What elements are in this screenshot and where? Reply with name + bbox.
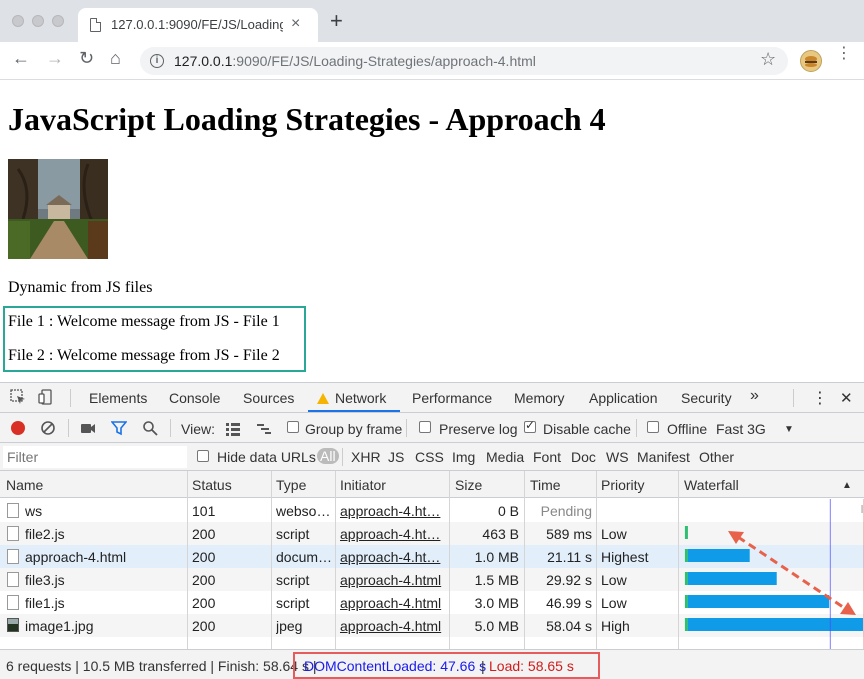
- waterfall-wait-bar: [684, 572, 688, 585]
- overview-waterfall-icon[interactable]: [256, 421, 272, 437]
- close-tab-icon[interactable]: ×: [291, 15, 300, 33]
- devtools-tabbar: Elements Console Sources Network Perform…: [0, 383, 864, 413]
- tab-sources[interactable]: Sources: [243, 390, 294, 406]
- screenshot-camera-icon[interactable]: [80, 420, 96, 436]
- home-button[interactable]: ⌂: [110, 48, 121, 69]
- filter-input[interactable]: [3, 446, 187, 468]
- tab-strip: 127.0.0.1:9090/FE/JS/Loading-S × +: [0, 0, 864, 42]
- search-icon[interactable]: [142, 420, 158, 436]
- highlight-box-load: [293, 652, 600, 679]
- waterfall-download-bar[interactable]: [687, 595, 830, 608]
- throttling-dropdown-arrow[interactable]: ▼: [784, 424, 794, 435]
- disable-cache-label: Disable cache: [543, 421, 631, 437]
- hide-data-urls-label: Hide data URLs: [217, 449, 316, 465]
- large-rows-icon[interactable]: [225, 421, 241, 437]
- waterfall-wait-bar: [684, 618, 688, 631]
- forward-button[interactable]: →: [46, 48, 64, 69]
- active-tab-indicator: [308, 410, 400, 412]
- back-button[interactable]: ←: [12, 48, 30, 69]
- filter-type-font[interactable]: Font: [533, 449, 561, 465]
- filter-type-all[interactable]: All: [317, 448, 339, 464]
- tab-elements[interactable]: Elements: [89, 390, 147, 406]
- info-icon[interactable]: i: [150, 54, 164, 68]
- network-status-bar: 6 requests | 10.5 MB transferred | Finis…: [0, 649, 864, 679]
- network-toolbar: View: Group by frame Preserve log Disabl…: [0, 413, 864, 443]
- separator: [68, 419, 69, 437]
- file2-message: File 2 : Welcome message from JS - File …: [8, 347, 280, 364]
- waterfall-download-bar[interactable]: [687, 572, 777, 585]
- device-toolbar-icon[interactable]: [38, 389, 54, 405]
- address-bar[interactable]: i 127.0.0.1:9090/FE/JS/Loading-Strategie…: [140, 47, 788, 75]
- waterfall-wait-bar: [684, 595, 688, 608]
- annotation-arrowhead: [728, 531, 744, 544]
- clear-icon[interactable]: [40, 420, 56, 436]
- tab-console[interactable]: Console: [169, 390, 220, 406]
- offline-label: Offline: [667, 421, 708, 437]
- close-devtools-icon[interactable]: ✕: [840, 389, 853, 407]
- preserve-log-checkbox[interactable]: [419, 421, 431, 433]
- browser-menu-icon[interactable]: ⋮: [836, 46, 852, 62]
- separator: [636, 419, 637, 437]
- offline-checkbox[interactable]: [647, 421, 659, 433]
- separator: [70, 389, 71, 407]
- browser-tab[interactable]: 127.0.0.1:9090/FE/JS/Loading-S ×: [78, 8, 318, 42]
- waterfall-wait-bar: [684, 549, 688, 562]
- separator: [406, 419, 407, 437]
- tab-performance[interactable]: Performance: [412, 390, 492, 406]
- filter-type-js[interactable]: JS: [388, 449, 404, 465]
- filter-type-img[interactable]: Img: [452, 449, 475, 465]
- waterfall-overlay: [684, 499, 864, 649]
- warning-icon: [317, 393, 329, 404]
- waterfall-download-bar[interactable]: [687, 549, 750, 562]
- filter-type-media[interactable]: Media: [486, 449, 524, 465]
- tab-title: 127.0.0.1:9090/FE/JS/Loading-S: [111, 17, 283, 32]
- disable-cache-checkbox[interactable]: [524, 418, 536, 433]
- profile-avatar[interactable]: [800, 50, 822, 72]
- waterfall-wait-bar: [684, 526, 688, 539]
- filter-bar: Hide data URLs All XHR JS CSS Img Media …: [0, 443, 864, 471]
- separator: [170, 419, 171, 437]
- browser-toolbar: ← → ↻ ⌂ i 127.0.0.1:9090/FE/JS/Loading-S…: [0, 42, 864, 80]
- window-minimize-button[interactable]: [32, 15, 44, 27]
- filter-type-ws[interactable]: WS: [606, 449, 629, 465]
- filter-type-doc[interactable]: Doc: [571, 449, 596, 465]
- filter-type-xhr[interactable]: XHR: [351, 449, 381, 465]
- reload-button[interactable]: ↻: [79, 48, 94, 69]
- tab-network[interactable]: Network: [317, 390, 386, 406]
- group-by-frame-checkbox[interactable]: [287, 421, 299, 433]
- waterfall-download-bar[interactable]: [687, 618, 863, 631]
- separator: [793, 389, 794, 407]
- tab-security[interactable]: Security: [681, 390, 732, 406]
- group-by-frame-label: Group by frame: [305, 421, 403, 437]
- bookmark-star-icon[interactable]: ☆: [760, 49, 776, 70]
- hide-data-urls-checkbox[interactable]: [197, 450, 209, 462]
- inspect-element-icon[interactable]: [10, 389, 26, 405]
- devtools-menu-icon[interactable]: ⋮: [812, 388, 828, 408]
- filter-type-css[interactable]: CSS: [415, 449, 444, 465]
- tab-memory[interactable]: Memory: [514, 390, 565, 406]
- window-zoom-button[interactable]: [52, 15, 64, 27]
- devtools-panel: Elements Console Sources Network Perform…: [0, 382, 864, 679]
- record-icon[interactable]: [11, 421, 25, 435]
- filter-type-manifest[interactable]: Manifest: [637, 449, 690, 465]
- garden-photo: [8, 159, 108, 259]
- more-tabs-button[interactable]: »: [750, 387, 759, 405]
- annotation-arrowhead: [840, 602, 856, 615]
- page-heading: JavaScript Loading Strategies - Approach…: [8, 101, 606, 137]
- view-label: View:: [181, 421, 215, 437]
- filter-icon[interactable]: [111, 420, 127, 436]
- preserve-log-label: Preserve log: [439, 421, 518, 437]
- new-tab-button[interactable]: +: [330, 8, 343, 34]
- tab-application[interactable]: Application: [589, 390, 658, 406]
- throttling-select[interactable]: Fast 3G: [716, 421, 766, 437]
- dynamic-text: Dynamic from JS files: [8, 279, 153, 296]
- file1-message: File 1 : Welcome message from JS - File …: [8, 313, 280, 330]
- window-close-button[interactable]: [12, 15, 24, 27]
- page-icon: [90, 18, 101, 32]
- summary-text: 6 requests | 10.5 MB transferred | Finis…: [6, 658, 317, 674]
- page-content: JavaScript Loading Strategies - Approach…: [0, 81, 864, 381]
- separator: [342, 448, 343, 466]
- filter-type-other[interactable]: Other: [699, 449, 734, 465]
- url-text[interactable]: 127.0.0.1:9090/FE/JS/Loading-Strategies/…: [174, 53, 536, 69]
